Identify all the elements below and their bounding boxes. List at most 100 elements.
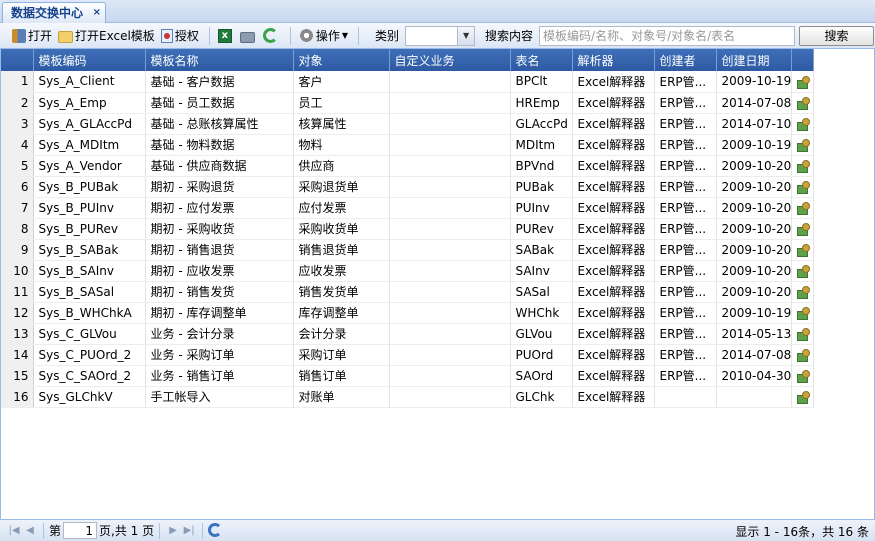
first-page-icon[interactable]: |◀ xyxy=(6,523,22,539)
column-header[interactable]: 创建者 xyxy=(654,49,717,71)
prev-page-icon[interactable]: ◀ xyxy=(22,523,38,539)
next-page-icon[interactable]: ▶ xyxy=(165,523,181,539)
edit-template-icon[interactable] xyxy=(796,75,810,89)
edit-template-icon[interactable] xyxy=(796,327,810,341)
edit-template-icon[interactable] xyxy=(796,348,810,362)
table-row[interactable]: 13 Sys_C_GLVou 业务 - 会计分录 会计分录 GLVou Excel解释器 E… xyxy=(1,323,815,345)
row-action-cell[interactable] xyxy=(791,71,815,93)
row-action-cell[interactable] xyxy=(791,113,815,135)
edit-template-icon[interactable] xyxy=(796,138,810,152)
column-header[interactable]: 模板编码 xyxy=(33,49,146,71)
refresh-icon xyxy=(262,28,278,43)
search-button[interactable]: 搜索 xyxy=(799,25,875,46)
edit-template-icon[interactable] xyxy=(796,285,810,299)
chevron-down-icon[interactable]: ▼ xyxy=(457,26,475,45)
object-cell: 采购收货单 xyxy=(293,218,390,240)
table-name-cell: GLChk xyxy=(510,386,573,408)
table-row[interactable]: 11 Sys_B_SASal 期初 - 销售发货 销售发货单 SASal Excel解释器… xyxy=(1,281,815,303)
template-name-cell: 基础 - 物料数据 xyxy=(145,134,294,156)
edit-template-icon[interactable] xyxy=(796,159,810,173)
open-button[interactable]: 打开 xyxy=(10,25,56,47)
toolbar-separator xyxy=(358,26,359,45)
refresh-button[interactable] xyxy=(208,522,224,539)
pager-separator xyxy=(202,522,204,539)
table-row[interactable]: 16 Sys_GLChkV 手工帐导入 对账单 GLChk Excel解释器 xyxy=(1,386,815,408)
row-number: 15 xyxy=(1,365,34,387)
column-header[interactable]: 创建日期 xyxy=(716,49,793,71)
template-name-cell: 期初 - 采购退货 xyxy=(145,176,294,198)
row-action-cell[interactable] xyxy=(791,197,815,219)
pagination-bar: |◀ ◀ 第 页,共 1 页 ▶ ▶| 显示 1 - 16条，共 16 条 xyxy=(0,519,875,541)
column-header[interactable]: 模板名称 xyxy=(145,49,294,71)
table-row[interactable]: 12 Sys_B_WHChkA 期初 - 库存调整单 库存调整单 WHChk Excel解… xyxy=(1,302,815,324)
category-select[interactable]: ▼ xyxy=(405,25,476,46)
edit-template-icon[interactable] xyxy=(796,306,810,320)
template-code-cell: Sys_C_SAOrd_2 xyxy=(33,365,146,387)
open-label: 打开 xyxy=(28,29,53,43)
table-row[interactable]: 3 Sys_A_GLAccPd 基础 - 总账核算属性 核算属性 GLAccPd Exce… xyxy=(1,113,815,135)
operations-label: 操作 xyxy=(315,29,340,43)
close-icon[interactable]: × xyxy=(93,3,101,23)
operations-menu-button[interactable]: 操作 ▼ xyxy=(297,25,352,47)
creator-cell: ERP管... xyxy=(654,323,717,345)
column-header[interactable]: 对象 xyxy=(293,49,390,71)
edit-template-icon[interactable] xyxy=(796,264,810,278)
row-action-cell[interactable] xyxy=(791,344,815,366)
table-row[interactable]: 14 Sys_C_PUOrd_2 业务 - 采购订单 采购订单 PUOrd Excel解释… xyxy=(1,344,815,366)
object-cell: 销售退货单 xyxy=(293,239,390,261)
column-header[interactable]: 表名 xyxy=(510,49,573,71)
row-action-cell[interactable] xyxy=(791,386,815,408)
edit-template-icon[interactable] xyxy=(796,201,810,215)
table-row[interactable]: 15 Sys_C_SAOrd_2 业务 - 销售订单 销售订单 SAOrd Excel解释… xyxy=(1,365,815,387)
edit-template-icon[interactable] xyxy=(796,117,810,131)
edit-template-icon[interactable] xyxy=(796,390,810,404)
last-page-icon[interactable]: ▶| xyxy=(181,523,197,539)
row-action-cell[interactable] xyxy=(791,323,815,345)
row-action-cell[interactable] xyxy=(791,302,815,324)
grid-header-row: 模板编码 模板名称 对象 自定义业务 表名 解析器 创建者 创建日期 xyxy=(1,49,815,71)
print-icon xyxy=(239,31,255,43)
table-row[interactable]: 10 Sys_B_SAInv 期初 - 应收发票 应收发票 SAInv Excel解释器 E… xyxy=(1,260,815,282)
authorize-button[interactable]: 授权 xyxy=(159,25,203,47)
tab-data-exchange[interactable]: 数据交换中心 × xyxy=(2,2,107,23)
table-row[interactable]: 2 Sys_A_Emp 基础 - 员工数据 员工 HREmp Excel解释器 ERP管..… xyxy=(1,92,815,114)
table-row[interactable]: 4 Sys_A_MDItm 基础 - 物料数据 物料 MDItm Excel解释器 ERP管… xyxy=(1,134,815,156)
excel-icon: x xyxy=(217,28,232,43)
row-action-cell[interactable] xyxy=(791,281,815,303)
template-name-cell: 期初 - 应付发票 xyxy=(145,197,294,219)
edit-template-icon[interactable] xyxy=(796,369,810,383)
column-header[interactable]: 自定义业务 xyxy=(389,49,511,71)
page-number-input[interactable] xyxy=(63,522,98,539)
open-excel-template-button[interactable]: 打开Excel模板 xyxy=(56,25,159,47)
row-action-cell[interactable] xyxy=(791,239,815,261)
table-row[interactable]: 7 Sys_B_PUInv 期初 - 应付发票 应付发票 PUInv Excel解释器 ER… xyxy=(1,197,815,219)
search-input[interactable] xyxy=(539,25,796,46)
print-button[interactable] xyxy=(238,25,261,47)
object-cell: 对账单 xyxy=(293,386,390,408)
row-action-cell[interactable] xyxy=(791,176,815,198)
table-row[interactable]: 1 Sys_A_Client 基础 - 客户数据 客户 BPClt Excel解释器 ERP… xyxy=(1,71,815,93)
object-cell: 员工 xyxy=(293,92,390,114)
row-action-cell[interactable] xyxy=(791,134,815,156)
edit-template-icon[interactable] xyxy=(796,222,810,236)
row-action-cell[interactable] xyxy=(791,260,815,282)
template-code-cell: Sys_A_Client xyxy=(33,71,146,93)
table-row[interactable]: 9 Sys_B_SABak 期初 - 销售退货 销售退货单 SABak Excel解释器 E… xyxy=(1,239,815,261)
edit-template-icon[interactable] xyxy=(796,243,810,257)
row-action-cell[interactable] xyxy=(791,365,815,387)
table-row[interactable]: 8 Sys_B_PURev 期初 - 采购收货 采购收货单 PURev Excel解释器 E… xyxy=(1,218,815,240)
row-action-cell[interactable] xyxy=(791,92,815,114)
edit-template-icon[interactable] xyxy=(796,96,810,110)
object-cell: 销售订单 xyxy=(293,365,390,387)
object-cell: 核算属性 xyxy=(293,113,390,135)
template-code-cell: Sys_B_WHChkA xyxy=(33,302,146,324)
table-row[interactable]: 6 Sys_B_PUBak 期初 - 采购退货 采购退货单 PUBak Excel解释器 E… xyxy=(1,176,815,198)
table-row[interactable]: 5 Sys_A_Vendor 基础 - 供应商数据 供应商 BPVnd Excel解释器 E… xyxy=(1,155,815,177)
column-header[interactable]: 解析器 xyxy=(572,49,655,71)
custom-business-cell xyxy=(389,239,511,261)
refresh-button[interactable] xyxy=(261,25,284,47)
row-action-cell[interactable] xyxy=(791,155,815,177)
edit-template-icon[interactable] xyxy=(796,180,810,194)
export-excel-button[interactable]: x xyxy=(216,25,238,47)
row-action-cell[interactable] xyxy=(791,218,815,240)
